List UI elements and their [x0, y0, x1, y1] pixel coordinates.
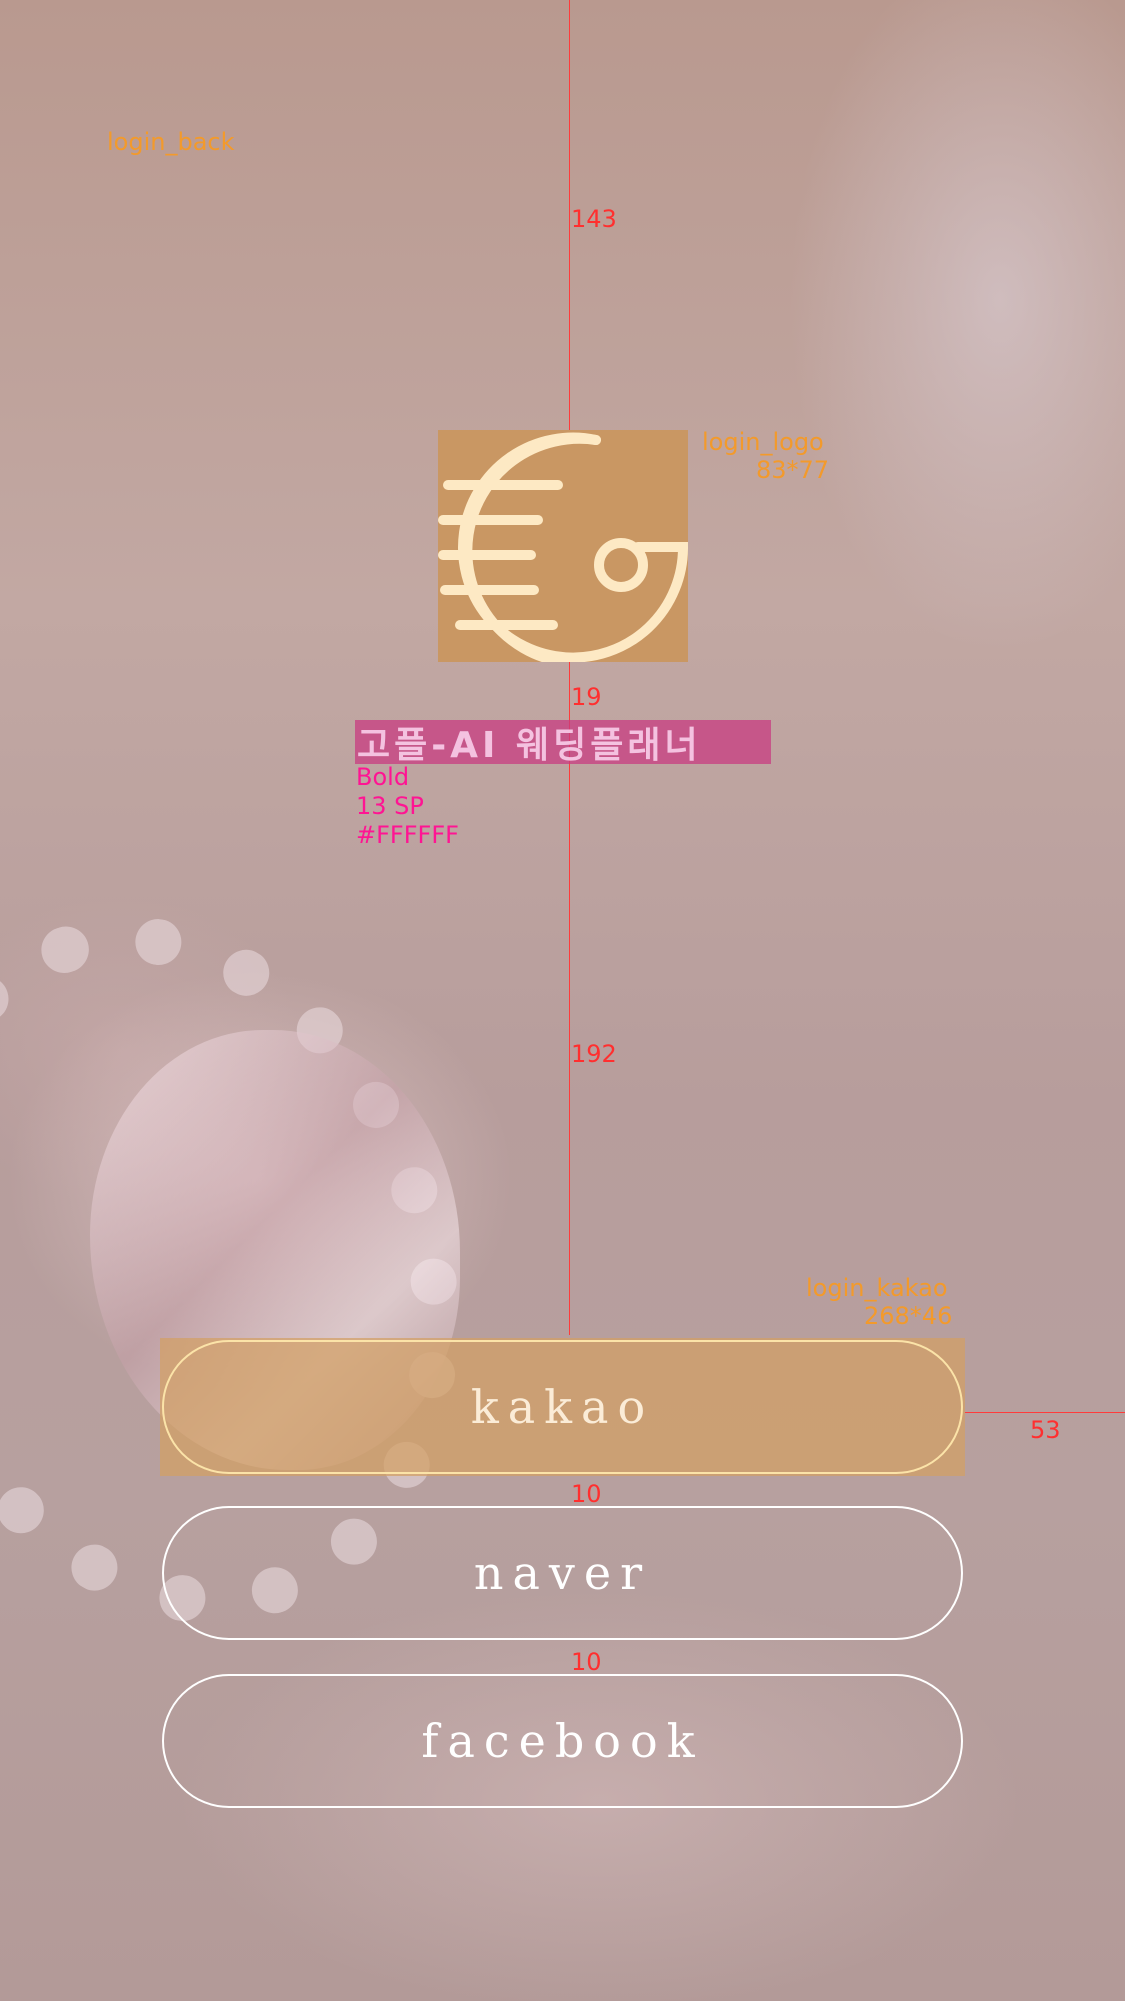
kakao-login-button[interactable]: kakao [162, 1340, 963, 1474]
app-title-highlight: 고플-AI 웨딩플래너 [355, 720, 771, 766]
spacing-logo-title-label: 19 [571, 683, 602, 711]
moon-logo-icon [438, 432, 688, 662]
app-title: 고플-AI 웨딩플래너 [357, 725, 702, 766]
facebook-login-button[interactable]: facebook [162, 1674, 963, 1808]
spacing-top-label: 143 [571, 205, 617, 233]
naver-login-button[interactable]: naver [162, 1506, 963, 1640]
kakao-annotation: login_kakao [806, 1274, 948, 1302]
background-annotation: login_back [107, 128, 235, 156]
logo-annotation: login_logo [702, 428, 824, 456]
title-font-size-annotation: 13 SP [356, 792, 424, 820]
kakao-size-annotation: 268*46 [864, 1302, 953, 1330]
spacing-right-label: 53 [1030, 1416, 1061, 1444]
title-color-annotation: #FFFFFF [356, 821, 459, 849]
vertical-guide-line [569, 0, 570, 1335]
title-font-weight-annotation: Bold [356, 763, 410, 791]
spacing-title-buttons-label: 192 [571, 1040, 617, 1068]
spacing-kakao-naver-label: 10 [571, 1480, 602, 1508]
spacing-naver-facebook-label: 10 [571, 1648, 602, 1676]
logo [438, 430, 688, 662]
logo-size-annotation: 83*77 [756, 456, 830, 484]
horizontal-guide-line [965, 1412, 1125, 1413]
